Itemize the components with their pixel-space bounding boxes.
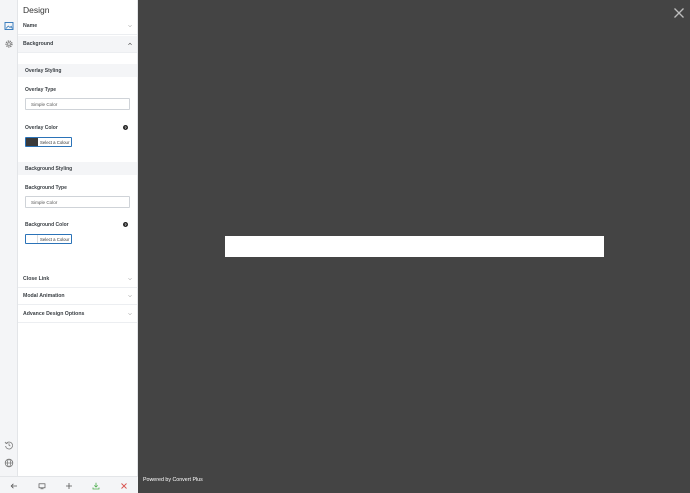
background-color-swatch [26, 235, 38, 243]
overlay-styling-heading: Overlay Styling [18, 64, 137, 77]
design-icon[interactable] [3, 20, 15, 32]
section-label: Modal Animation [23, 293, 65, 299]
overlay-type-select[interactable]: Simple Color [25, 98, 130, 110]
section-advance-design-options[interactable]: Advance Design Options [18, 306, 137, 323]
section-label: Background [23, 41, 54, 47]
close-icon[interactable] [673, 6, 685, 18]
section-label: Name [23, 23, 38, 29]
history-icon[interactable] [3, 439, 15, 451]
modal-preview[interactable] [225, 236, 604, 257]
overlay-type-value: Simple Color [31, 101, 58, 107]
section-label: Advance Design Options [23, 311, 85, 317]
background-type-select[interactable]: Simple Color [25, 196, 130, 208]
help-icon[interactable]: ? [123, 222, 128, 227]
bottom-toolbar [0, 476, 138, 493]
chevron-up-icon [128, 42, 132, 46]
background-type-value: Simple Color [31, 199, 58, 205]
background-type-label: Background Type [25, 185, 67, 191]
powered-by-footer: Powered by Convert Plus [143, 477, 203, 483]
background-color-button-label: Select a Colour [40, 236, 70, 242]
chevron-down-icon [128, 312, 132, 316]
panel-title: Design [23, 5, 50, 15]
overlay-color-swatch [26, 138, 38, 146]
icon-rail [0, 0, 18, 476]
overlay-color-picker[interactable]: Select a Colour [25, 137, 72, 147]
help-icon[interactable]: ? [123, 125, 128, 130]
overlay-color-label: Overlay Color [25, 125, 58, 131]
back-arrow-icon[interactable] [9, 481, 18, 490]
add-icon[interactable] [64, 481, 73, 490]
design-panel: Design Name Background Overlay Styling O… [18, 0, 138, 476]
overlay-color-button-label: Select a Colour [40, 139, 70, 145]
chevron-down-icon [128, 277, 132, 281]
settings-icon[interactable] [3, 38, 15, 50]
globe-icon[interactable] [3, 457, 15, 469]
section-label: Close Link [23, 276, 50, 282]
overlay-type-label: Overlay Type [25, 87, 57, 93]
section-modal-animation[interactable]: Modal Animation [18, 288, 137, 305]
background-styling-heading: Background Styling [18, 162, 137, 175]
background-color-label: Background Color [25, 222, 69, 228]
chevron-down-icon [128, 24, 132, 28]
chevron-down-icon [128, 294, 132, 298]
close-icon[interactable] [119, 481, 128, 490]
background-color-picker[interactable]: Select a Colour [25, 234, 72, 244]
download-icon[interactable] [91, 481, 100, 490]
preview-icon[interactable] [37, 481, 46, 490]
section-name[interactable]: Name [18, 18, 137, 35]
section-background[interactable]: Background [18, 36, 137, 53]
section-close-link[interactable]: Close Link [18, 271, 137, 288]
